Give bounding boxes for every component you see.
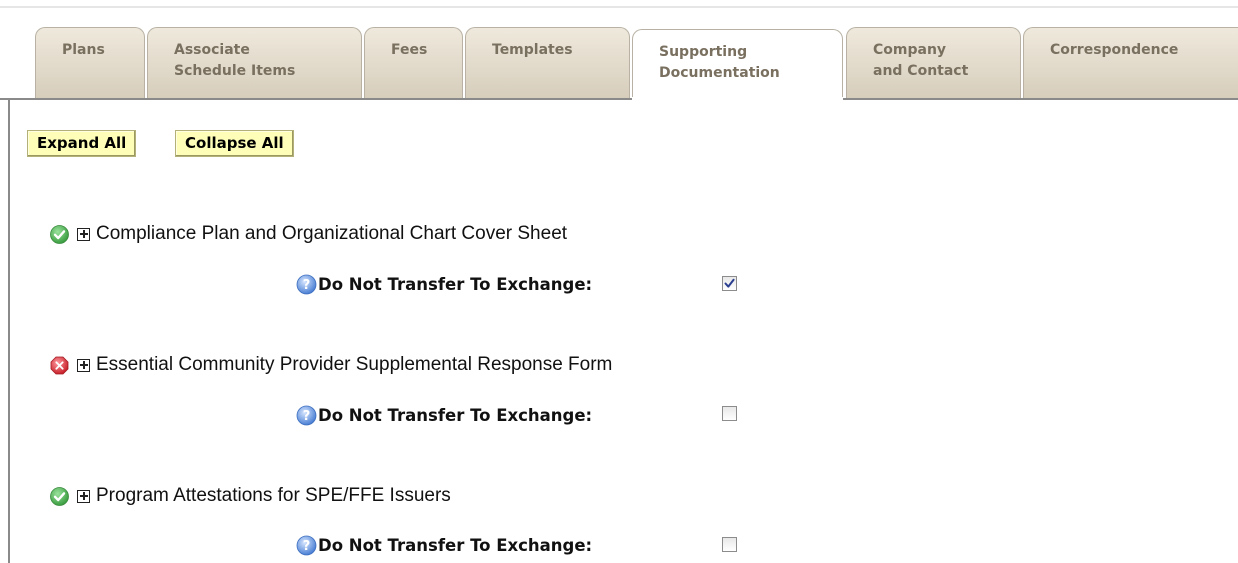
document-title: Compliance Plan and Organizational Chart…: [96, 223, 568, 244]
tab-label: Plans: [62, 42, 105, 58]
transfer-option-row: ? Do Not Transfer To Exchange:: [296, 269, 592, 299]
tab-templates[interactable]: Templates: [465, 27, 630, 99]
tab-correspondence[interactable]: Correspondence: [1023, 27, 1238, 99]
tab-associate-schedule-items[interactable]: Associate Schedule Items: [147, 27, 362, 99]
do-not-transfer-label: Do Not Transfer To Exchange:: [318, 274, 593, 294]
tab-supporting-documentation[interactable]: Supporting Documentation: [632, 29, 843, 100]
svg-text:?: ?: [303, 539, 311, 554]
tab-company-and-contact[interactable]: Company and Contact: [846, 27, 1021, 99]
svg-text:?: ?: [303, 278, 311, 293]
tab-label: Company: [873, 42, 947, 58]
do-not-transfer-checkbox[interactable]: [722, 537, 737, 552]
x-circle-icon: [50, 356, 69, 375]
expand-plus-icon[interactable]: [77, 227, 90, 241]
tab-bar: Plans Associate Schedule Items Fees Temp…: [0, 0, 1238, 101]
expand-plus-icon[interactable]: [77, 489, 90, 503]
checkmark-icon: [724, 278, 735, 288]
do-not-transfer-checkbox[interactable]: [722, 406, 737, 421]
expand-plus-icon[interactable]: [77, 358, 90, 372]
help-icon[interactable]: ?: [296, 405, 317, 426]
tab-label-line2: Schedule Items: [174, 63, 296, 79]
tab-plans[interactable]: Plans: [35, 27, 145, 99]
help-icon[interactable]: ?: [296, 274, 317, 295]
expand-all-button[interactable]: Expand All: [27, 130, 137, 157]
document-title: Program Attestations for SPE/FFE Issuers: [96, 485, 451, 506]
transfer-option-row: ? Do Not Transfer To Exchange:: [296, 400, 592, 430]
tab-label: Fees: [391, 42, 428, 58]
tab-label: Correspondence: [1050, 42, 1179, 58]
transfer-option-row: ? Do Not Transfer To Exchange:: [296, 530, 592, 560]
document-row: Compliance Plan and Organizational Chart…: [50, 221, 567, 247]
do-not-transfer-checkbox[interactable]: [722, 276, 737, 291]
tab-label-line2: Documentation: [659, 65, 780, 81]
tab-label: Templates: [492, 42, 573, 58]
content-left-border: [8, 99, 10, 563]
check-circle-icon: [50, 224, 69, 244]
collapse-all-button[interactable]: Collapse All: [175, 130, 294, 157]
document-row: Essential Community Provider Supplementa…: [50, 352, 612, 378]
check-circle-icon: [50, 486, 69, 506]
do-not-transfer-label: Do Not Transfer To Exchange:: [318, 535, 593, 555]
tab-label-line2: and Contact: [873, 63, 969, 79]
tab-baseline: [0, 98, 1238, 100]
document-title: Essential Community Provider Supplementa…: [96, 354, 613, 375]
tab-label: Supporting: [659, 44, 748, 60]
svg-text:?: ?: [303, 409, 311, 424]
tab-fees[interactable]: Fees: [364, 27, 463, 99]
active-tab-gap: [632, 97, 843, 101]
help-icon[interactable]: ?: [296, 535, 317, 556]
document-row: Program Attestations for SPE/FFE Issuers: [50, 483, 451, 509]
do-not-transfer-label: Do Not Transfer To Exchange:: [318, 405, 593, 425]
tab-label: Associate: [174, 42, 250, 58]
